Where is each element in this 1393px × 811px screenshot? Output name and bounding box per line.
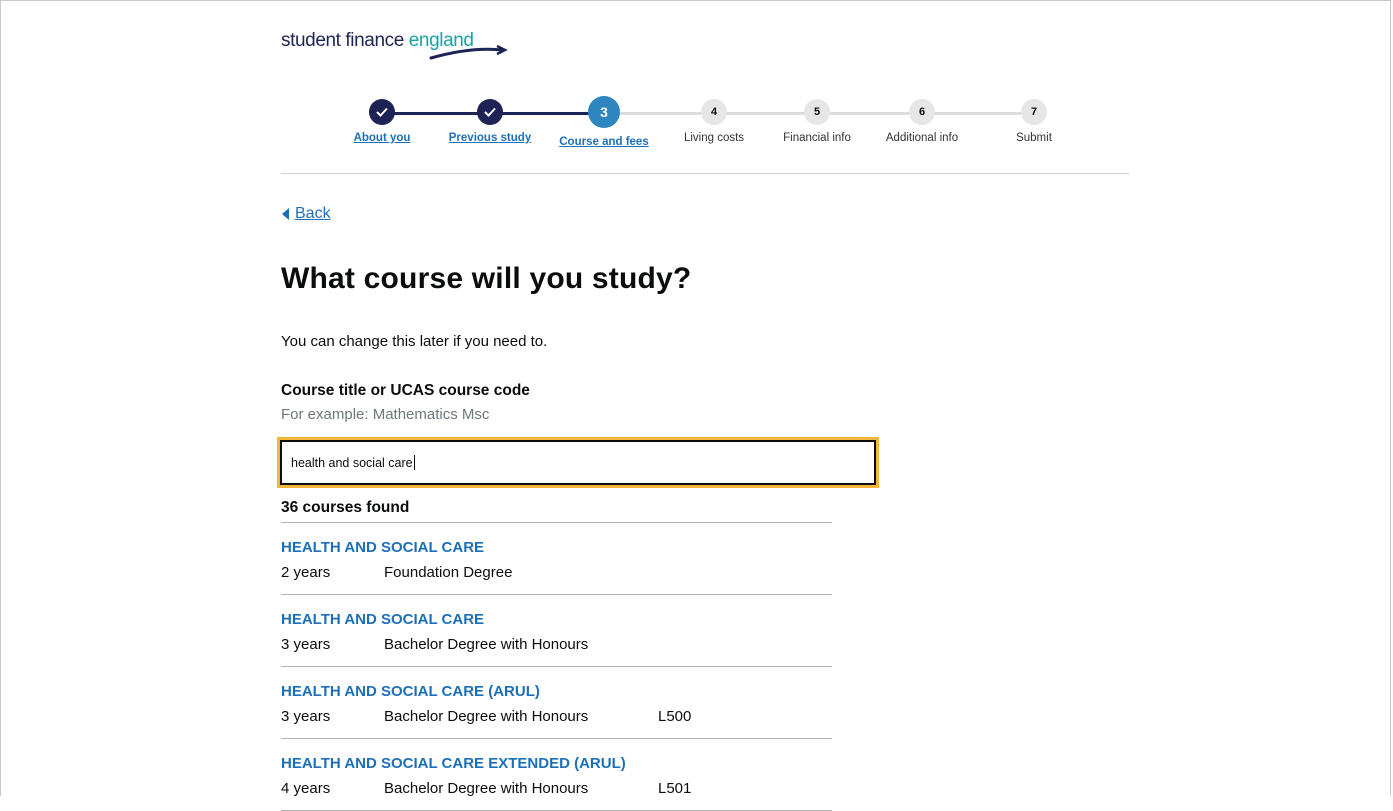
back-link[interactable]: Back [282, 205, 331, 223]
result-item[interactable]: HEALTH AND SOCIAL CARE 2 years Foundatio… [281, 523, 832, 595]
step-submit: 7 Submit [974, 99, 1094, 144]
result-ucas-code: L500 [658, 708, 692, 725]
step-label[interactable]: Course and fees [544, 136, 664, 148]
result-qualification: Bachelor Degree with Honours [384, 636, 589, 653]
course-field-hint: For example: Mathematics Msc [281, 406, 490, 423]
step-number: 7 [1021, 99, 1047, 125]
header-divider [281, 173, 1129, 174]
step-living-costs: 4 Living costs [654, 99, 774, 144]
result-duration: 3 years [281, 636, 331, 653]
step-label: Submit [1016, 132, 1052, 144]
logo-swoosh-icon [429, 44, 508, 60]
step-label: Financial info [783, 132, 851, 144]
triangle-left-icon [282, 208, 289, 220]
result-duration: 4 years [281, 780, 331, 797]
step-number: 3 [588, 96, 620, 128]
text-caret [413, 455, 415, 470]
result-item[interactable]: HEALTH AND SOCIAL CARE EXTENDED (ARUL) 4… [281, 739, 832, 811]
page-title: What course will you study? [281, 262, 692, 295]
result-qualification: Bachelor Degree with Honours [384, 708, 589, 725]
result-duration: 3 years [281, 708, 331, 725]
step-financial-info: 5 Financial info [757, 99, 877, 144]
result-item[interactable]: HEALTH AND SOCIAL CARE 3 years Bachelor … [281, 595, 832, 667]
step-course-and-fees[interactable]: 3 Course and fees [544, 96, 664, 148]
step-label: Additional info [885, 132, 959, 144]
result-item[interactable]: HEALTH AND SOCIAL CARE (ARUL) 3 years Ba… [281, 667, 832, 739]
results-count: 36 courses found [281, 499, 410, 516]
step-label[interactable]: About you [322, 132, 442, 144]
check-icon [369, 99, 395, 125]
step-label: Living costs [683, 132, 745, 144]
course-field-label: Course title or UCAS course code [281, 382, 530, 399]
results-list: HEALTH AND SOCIAL CARE 2 years Foundatio… [281, 522, 832, 811]
result-title[interactable]: HEALTH AND SOCIAL CARE [281, 611, 484, 628]
step-previous-study[interactable]: Previous study [430, 99, 550, 144]
step-number: 4 [701, 99, 727, 125]
progress-stepper: About you Previous study 3 Course and fe… [340, 96, 1070, 159]
step-label[interactable]: Previous study [430, 132, 550, 144]
result-ucas-code: L501 [658, 780, 692, 797]
result-duration: 2 years [281, 564, 331, 581]
step-number: 6 [909, 99, 935, 125]
course-search-value: health and social care [291, 455, 413, 470]
result-title[interactable]: HEALTH AND SOCIAL CARE EXTENDED (ARUL) [281, 755, 626, 772]
check-icon [477, 99, 503, 125]
result-title[interactable]: HEALTH AND SOCIAL CARE (ARUL) [281, 683, 540, 700]
result-qualification: Bachelor Degree with Honours [384, 780, 589, 797]
back-link-label: Back [295, 205, 331, 222]
result-title[interactable]: HEALTH AND SOCIAL CARE [281, 539, 484, 556]
logo-word-student-finance: student finance [281, 30, 409, 51]
course-search-input[interactable]: health and social care [277, 437, 879, 488]
step-additional-info: 6 Additional info [862, 99, 982, 144]
sfe-logo[interactable]: student finance england [281, 30, 508, 62]
step-number: 5 [804, 99, 830, 125]
page-intro: You can change this later if you need to… [281, 333, 548, 350]
step-about-you[interactable]: About you [322, 99, 442, 144]
result-qualification: Foundation Degree [384, 564, 513, 581]
